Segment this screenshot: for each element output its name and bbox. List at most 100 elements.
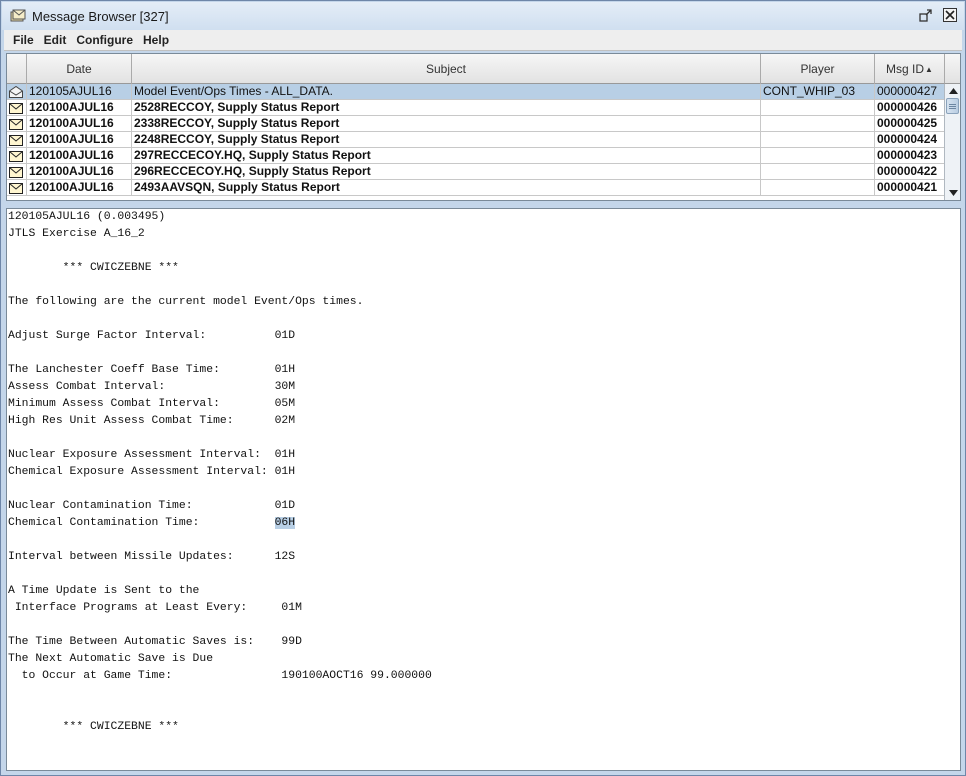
- envelope-closed-icon: [7, 148, 27, 164]
- message-line: [7, 566, 960, 583]
- scroll-thumb[interactable]: [946, 98, 959, 114]
- app-icon: [10, 9, 26, 23]
- message-line: The Time Between Automatic Saves is: 99D: [8, 636, 302, 648]
- message-line: 120105AJUL16 (0.003495): [8, 211, 166, 223]
- envelope-closed-icon: [7, 132, 27, 148]
- message-line: [7, 430, 960, 447]
- table-cell-msg-id: 000000421: [877, 180, 938, 194]
- envelope-closed-icon: [7, 100, 27, 116]
- selected-text: 06H: [274, 517, 296, 529]
- message-line: High Res Unit Assess Combat Time: 02M: [8, 415, 296, 427]
- message-table: Date Subject Player Msg ID ▲ 120105AJUL16…: [6, 53, 961, 201]
- menu-bar: File Edit Configure Help: [4, 30, 962, 51]
- table-cell-date: 120100AJUL16: [27, 100, 132, 116]
- message-line: Nuclear Contamination Time: 01D: [8, 500, 296, 512]
- table-cell-msg-id: 000000425: [877, 116, 938, 130]
- column-header-player[interactable]: Player: [761, 54, 875, 84]
- message-line: [7, 481, 960, 498]
- menu-configure[interactable]: Configure: [71, 33, 138, 47]
- table-cell-date: 120100AJUL16: [27, 116, 132, 132]
- message-line: Minimum Assess Combat Interval: 05M: [8, 398, 296, 410]
- table-cell-player: [761, 132, 875, 148]
- table-row[interactable]: 120100AJUL16 297RECCECOY.HQ, Supply Statu…: [7, 148, 944, 164]
- table-header-corner: [944, 54, 960, 84]
- envelope-closed-icon: [7, 180, 27, 196]
- table-cell-date: 120100AJUL16: [27, 180, 132, 196]
- message-line: Adjust Surge Factor Interval: 01D: [8, 330, 296, 342]
- table-cell-msg-id: 000000422: [877, 164, 938, 178]
- message-line: A Time Update is Sent to the: [8, 585, 200, 597]
- message-line: Chemical Contamination Time: 06H: [8, 517, 296, 529]
- table-cell-subject: 296RECCECOY.HQ, Supply Status Report: [132, 164, 761, 180]
- message-line: [7, 702, 960, 719]
- message-line: [7, 345, 960, 362]
- restore-icon[interactable]: [918, 8, 934, 22]
- menu-file[interactable]: File: [8, 33, 39, 47]
- message-line: JTLS Exercise A_16_2: [8, 228, 145, 240]
- message-line: The Next Automatic Save is Due: [8, 653, 214, 665]
- scroll-up-icon[interactable]: [945, 84, 961, 98]
- table-cell-msg-id: 000000427: [877, 84, 938, 98]
- message-line: The Lanchester Coeff Base Time: 01H: [8, 364, 296, 376]
- message-line: [7, 685, 960, 702]
- column-header-msg-id[interactable]: Msg ID ▲: [875, 54, 944, 84]
- menu-help[interactable]: Help: [138, 33, 174, 47]
- table-cell-subject: Model Event/Ops Times - ALL_DATA.: [132, 84, 761, 100]
- column-header-date[interactable]: Date: [27, 54, 132, 84]
- envelope-closed-icon: [7, 116, 27, 132]
- table-cell-date: 120100AJUL16: [27, 132, 132, 148]
- window-title: Message Browser [327]: [32, 8, 169, 24]
- message-line: [7, 243, 960, 260]
- title-bar[interactable]: Message Browser [327]: [2, 2, 964, 30]
- message-line: Chemical Exposure Assessment Interval: 0…: [8, 466, 296, 478]
- table-cell-subject: 2528RECCOY, Supply Status Report: [132, 100, 761, 116]
- message-line: *** CWICZEBNE ***: [8, 262, 179, 274]
- scroll-down-icon[interactable]: [945, 186, 961, 200]
- table-row[interactable]: 120100AJUL16 296RECCECOY.HQ, Supply Statu…: [7, 164, 944, 180]
- table-cell-msg-id: 000000423: [877, 148, 938, 162]
- column-header-subject[interactable]: Subject: [132, 54, 761, 84]
- envelope-closed-icon: [7, 164, 27, 180]
- message-line: Nuclear Exposure Assessment Interval: 01…: [8, 449, 296, 461]
- table-cell-date: 120100AJUL16: [27, 164, 132, 180]
- message-browser-window: Message Browser [327] File Edit Configur…: [0, 0, 966, 776]
- message-line: [7, 311, 960, 328]
- table-row[interactable]: 120100AJUL16 2493AAVSQN, Supply Status Re…: [7, 180, 944, 196]
- message-line: [7, 277, 960, 294]
- table-cell-player: [761, 180, 875, 196]
- message-line: [7, 617, 960, 634]
- table-cell-player: [761, 164, 875, 180]
- message-line: Assess Combat Interval: 30M: [8, 381, 296, 393]
- table-cell-date: 120105AJUL16: [27, 84, 132, 100]
- table-cell-subject: 2493AAVSQN, Supply Status Report: [132, 180, 761, 196]
- envelope-open-icon: [7, 84, 27, 100]
- menu-edit[interactable]: Edit: [39, 33, 72, 47]
- table-cell-player: [761, 116, 875, 132]
- message-line: [7, 532, 960, 549]
- message-line: *** CWICZEBNE ***: [8, 721, 179, 733]
- table-header: Date Subject Player Msg ID ▲: [7, 54, 944, 84]
- message-line: Interface Programs at Least Every: 01M: [8, 602, 302, 614]
- column-header-icon[interactable]: [7, 54, 27, 84]
- table-cell-msg-id: 000000426: [877, 100, 938, 114]
- table-cell-date: 120100AJUL16: [27, 148, 132, 164]
- message-line: The following are the current model Even…: [8, 296, 364, 308]
- table-cell-subject: 2338RECCOY, Supply Status Report: [132, 116, 761, 132]
- close-icon[interactable]: [942, 8, 958, 22]
- message-text-pane[interactable]: 120105AJUL16 (0.003495) JTLS Exercise A_1…: [6, 208, 961, 771]
- table-row[interactable]: 120100AJUL16 2248RECCOY, Supply Status Re…: [7, 132, 944, 148]
- table-cell-player: CONT_WHIP_03: [761, 84, 875, 100]
- message-line: to Occur at Game Time: 190100AOCT16 99.0…: [8, 670, 432, 682]
- table-cell-subject: 297RECCECOY.HQ, Supply Status Report: [132, 148, 761, 164]
- table-row[interactable]: 120100AJUL16 2338RECCOY, Supply Status Re…: [7, 116, 944, 132]
- table-cell-msg-id: 000000424: [877, 132, 938, 146]
- table-vertical-scrollbar[interactable]: [944, 84, 960, 200]
- table-cell-subject: 2248RECCOY, Supply Status Report: [132, 132, 761, 148]
- table-cell-player: [761, 100, 875, 116]
- table-cell-player: [761, 148, 875, 164]
- table-row[interactable]: 120105AJUL16 Model Event/Ops Times - ALL_…: [7, 84, 944, 100]
- sort-ascending-icon: ▲: [925, 64, 933, 74]
- table-body: 120105AJUL16 Model Event/Ops Times - ALL_…: [7, 84, 944, 200]
- message-line: Interval between Missile Updates: 12S: [8, 551, 296, 563]
- table-row[interactable]: 120100AJUL16 2528RECCOY, Supply Status Re…: [7, 100, 944, 116]
